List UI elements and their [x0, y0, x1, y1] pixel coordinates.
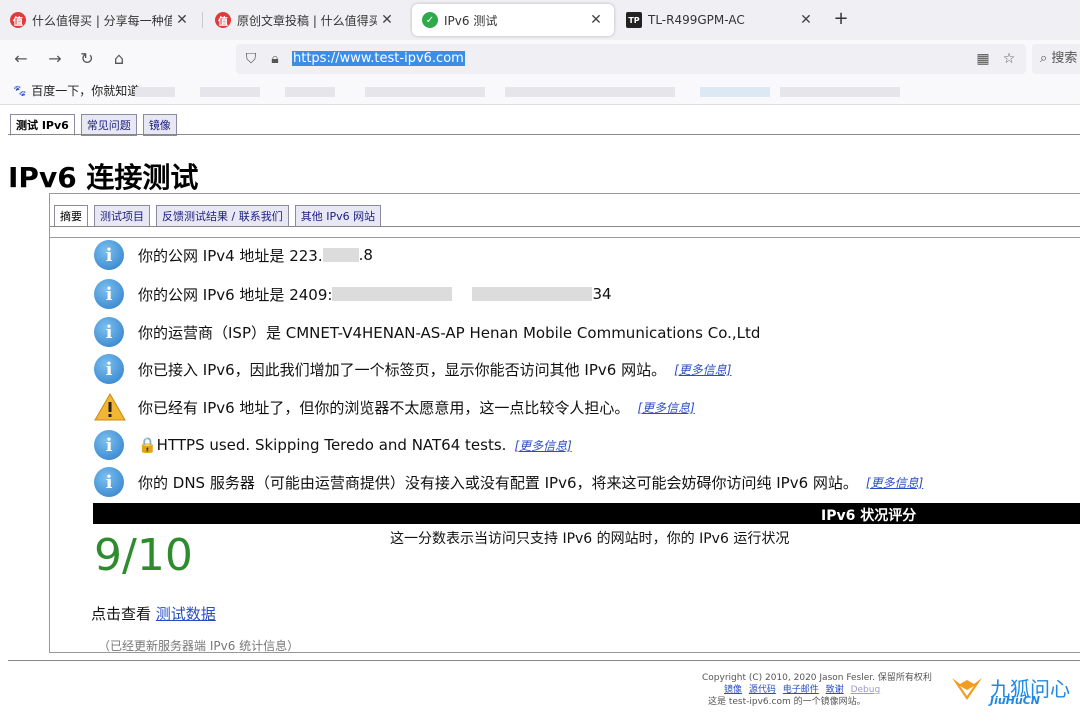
tab-label: IPv6 测试 [444, 13, 498, 28]
smzdm-icon: 值 [10, 12, 26, 28]
watermark: 九狐问心 JiuHuCN [950, 672, 1070, 707]
shield-icon[interactable]: ⛉ [242, 50, 260, 68]
tab-label: 原创文章投稿 | 什么值得买 [237, 13, 377, 28]
page-title: IPv6 连接测试 [8, 161, 199, 194]
fox-logo-icon [952, 678, 982, 700]
lock-icon[interactable]: 🔒︎ [266, 50, 284, 68]
blurred-bookmark [285, 87, 335, 97]
result-text: 你已经有 IPv6 地址了，但你的浏览器不太愿意用，这一点比较令人担心。 [138, 398, 630, 417]
search-placeholder: 搜索 [1051, 51, 1078, 66]
redaction-mask [332, 287, 453, 301]
score-heading: IPv6 状况评分 [821, 508, 917, 524]
blurred-bookmark [700, 87, 770, 97]
result-dns: i 你的 DNS 服务器（可能由运营商提供）没有接入或没有配置 IPv6，将来这… [94, 467, 923, 497]
blurred-bookmark [505, 87, 675, 97]
url-text[interactable]: https://www.test-ipv6.com [292, 51, 465, 66]
info-icon: i [94, 430, 124, 460]
divider [50, 237, 1080, 238]
result-ipv6: i 你的公网 IPv6 地址是 2409: 34 [94, 279, 612, 309]
divider [8, 134, 1080, 135]
watermark-subtext: JiuHuCN [990, 694, 1041, 707]
result-text: 你的公网 IPv4 地址是 223. [138, 246, 323, 265]
bookmarks-bar: 🐾︎ 百度一下，你就知道 [0, 78, 1080, 105]
score-heading-bar: IPv6 状况评分 [93, 503, 1080, 524]
result-isp: i 你的运营商（ISP）是 CMNET-V4HENAN-AS-AP Henan … [94, 317, 760, 347]
close-icon[interactable]: ✕ [172, 12, 192, 28]
test-data-prefix: 点击查看 [91, 605, 152, 623]
bookmark-baidu[interactable]: 🐾︎ 百度一下，你就知道 [12, 82, 139, 99]
tab-label: TL-R499GPM-AC [648, 13, 745, 27]
page-tabs: 测试 IPv6 常见问题 镜像 [10, 114, 177, 136]
browser-tab-1[interactable]: 值 什么值得买 | 分享每一种值 ✕ [0, 4, 200, 36]
redaction-mask [472, 287, 593, 301]
more-info-link[interactable]: [更多信息] [637, 399, 694, 416]
tab-faq[interactable]: 常见问题 [80, 114, 137, 136]
result-https: i 🔒HTTPS used. Skipping Teredo and NAT64… [94, 430, 572, 460]
back-icon[interactable]: ← [10, 48, 32, 70]
close-icon[interactable]: ✕ [586, 12, 606, 28]
test-data-line: 点击查看 测试数据 [91, 603, 216, 624]
blurred-bookmark [135, 87, 175, 97]
reload-icon[interactable]: ↻ [76, 48, 98, 70]
result-text-suffix: .8 [358, 246, 373, 264]
new-tab-icon[interactable]: + [830, 8, 852, 30]
more-info-link[interactable]: [更多信息] [674, 361, 731, 378]
address-bar[interactable]: ⛉ 🔒︎ https://www.test-ipv6.com ▦ ☆ [236, 44, 1026, 74]
more-info-link[interactable]: [更多信息] [866, 474, 923, 491]
bookmark-label: 百度一下，你就知道 [31, 84, 140, 98]
blurred-bookmark [200, 87, 260, 97]
smzdm-icon: 值 [215, 12, 231, 28]
redaction-mask [322, 248, 359, 262]
forward-icon[interactable]: → [44, 48, 66, 70]
test-data-link[interactable]: 测试数据 [156, 605, 216, 623]
check-icon: ✓ [422, 12, 438, 28]
info-icon: i [94, 240, 124, 270]
navigation-bar: ← → ↻ ⌂ ⛉ 🔒︎ https://www.test-ipv6.com ▦… [0, 40, 1080, 78]
warning-icon [94, 392, 126, 421]
result-text: 你的运营商（ISP）是 CMNET-V4HENAN-AS-AP Henan Mo… [138, 323, 761, 342]
result-text: 你的公网 IPv6 地址是 2409: [138, 285, 333, 304]
score-description: 这一分数表示当访问只支持 IPv6 的网站时，你的 IPv6 运行状况 [390, 531, 790, 547]
result-text-suffix: 34 [592, 285, 612, 303]
tab-mirrors[interactable]: 镜像 [142, 114, 177, 136]
browser-tab-4[interactable]: TP TL-R499GPM-AC ✕ [616, 4, 824, 36]
result-text: 你的 DNS 服务器（可能由运营商提供）没有接入或没有配置 IPv6，将来这可能… [138, 473, 858, 492]
close-icon[interactable]: ✕ [796, 12, 816, 28]
mirror-note: 这是 test-ipv6.com 的一个镜像网站。 [708, 697, 866, 707]
browser-tab-3[interactable]: ✓ IPv6 测试 ✕ [412, 4, 614, 36]
tab-summary[interactable]: 摘要 [54, 205, 88, 227]
close-icon[interactable]: ✕ [377, 12, 397, 28]
updated-note: （已经更新服务器端 IPv6 统计信息） [98, 639, 300, 653]
inner-tabs: 摘要 测试项目 反馈测试结果 / 联系我们 其他 IPv6 网站 [54, 205, 382, 227]
baidu-paw-icon: 🐾︎ [12, 83, 28, 98]
result-ipv6-tab: i 你已接入 IPv6，因此我们增加了一个标签页，显示你能否访问其他 IPv6 … [94, 354, 731, 384]
tab-test-ipv6[interactable]: 测试 IPv6 [10, 114, 75, 136]
tplink-icon: TP [626, 12, 642, 28]
tab-tests[interactable]: 测试项目 [94, 205, 150, 227]
blurred-bookmark [365, 87, 485, 97]
info-icon: i [94, 467, 124, 497]
qr-code-icon[interactable]: ▦ [974, 50, 992, 68]
tab-other-sites[interactable]: 其他 IPv6 网站 [294, 205, 382, 227]
tab-label: 什么值得买 | 分享每一种值 [32, 13, 172, 28]
tab-bar: 值 什么值得买 | 分享每一种值 ✕ 值 原创文章投稿 | 什么值得买 ✕ ✓ … [0, 0, 1080, 40]
ipv6-score: 9/10 [94, 530, 193, 581]
bookmark-star-icon[interactable]: ☆ [1000, 50, 1018, 68]
result-text: 🔒HTTPS used. Skipping Teredo and NAT64 t… [138, 436, 507, 454]
divider [8, 660, 1080, 661]
home-icon[interactable]: ⌂ [108, 48, 130, 70]
tab-separator [202, 12, 203, 28]
result-text: 你已接入 IPv6，因此我们增加了一个标签页，显示你能否访问其他 IPv6 网站… [138, 360, 667, 379]
browser-tab-2[interactable]: 值 原创文章投稿 | 什么值得买 ✕ [205, 4, 405, 36]
divider [50, 226, 1080, 227]
result-browser-warning: 你已经有 IPv6 地址了，但你的浏览器不太愿意用，这一点比较令人担心。 [更多… [94, 392, 695, 422]
info-icon: i [94, 279, 124, 309]
more-info-link[interactable]: [更多信息] [514, 437, 571, 454]
search-input[interactable]: ⌕ 搜索 [1032, 44, 1080, 74]
blurred-bookmark [780, 87, 900, 97]
info-icon: i [94, 354, 124, 384]
info-icon: i [94, 317, 124, 347]
result-ipv4: i 你的公网 IPv4 地址是 223. .8 [94, 240, 373, 270]
tab-feedback[interactable]: 反馈测试结果 / 联系我们 [156, 205, 289, 227]
